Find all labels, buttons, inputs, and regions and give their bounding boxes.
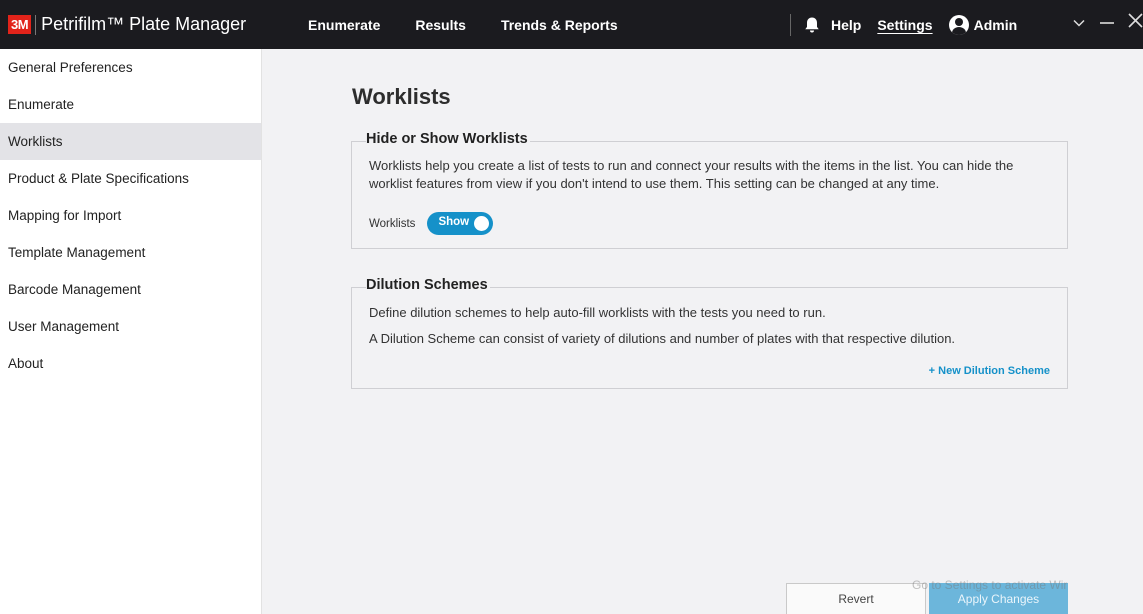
section-legend: Hide or Show Worklists <box>366 131 530 147</box>
app-title: Petrifilm™ Plate Manager <box>41 14 247 34</box>
brand-divider <box>35 14 37 35</box>
close-icon[interactable] <box>1128 12 1143 33</box>
sidebar-item-template-management[interactable]: Template Management <box>0 234 261 271</box>
toggle-state: Show <box>438 216 470 228</box>
nav-trends-reports[interactable]: Trends & Reports <box>501 17 618 33</box>
chevron-down-icon[interactable] <box>1073 13 1085 34</box>
dilution-description-1: Define dilution schemes to help auto-fil… <box>369 305 826 320</box>
sidebar-item-user-management[interactable]: User Management <box>0 308 261 345</box>
hide-show-worklists-section: Hide or Show Worklists Worklists help yo… <box>351 131 1068 249</box>
nav-enumerate[interactable]: Enumerate <box>308 17 380 33</box>
sidebar-item-enumerate[interactable]: Enumerate <box>0 86 261 123</box>
section-legend: Dilution Schemes <box>366 277 490 293</box>
section-description: Worklists help you create a list of test… <box>369 158 1014 191</box>
user-icon <box>948 14 969 35</box>
revert-button[interactable]: Revert <box>786 583 926 614</box>
settings-link[interactable]: Settings <box>877 17 932 33</box>
3m-logo: 3M <box>8 15 32 34</box>
sidebar-item-worklists[interactable]: Worklists <box>0 123 261 160</box>
sidebar-item-about[interactable]: About <box>0 345 261 382</box>
help-link[interactable]: Help <box>831 17 861 33</box>
dilution-description-2: A Dilution Scheme can consist of variety… <box>369 331 956 346</box>
toggle-label: Worklists <box>369 217 416 230</box>
new-dilution-scheme-link[interactable]: + New Dilution Scheme <box>929 365 1050 377</box>
user-name: Admin <box>973 16 1018 33</box>
sidebar-item-general-preferences[interactable]: General Preferences <box>0 49 261 86</box>
brand: 3M Petrifilm™ Plate Manager <box>0 0 262 49</box>
sidebar-item-product-plate-specifications[interactable]: Product & Plate Specifications <box>0 160 261 197</box>
toggle-knob <box>474 216 490 231</box>
top-right-controls: Help Settings Admin <box>790 0 1017 49</box>
bell-icon[interactable] <box>803 16 821 34</box>
sidebar-item-mapping-for-import[interactable]: Mapping for Import <box>0 197 261 234</box>
sidebar-item-barcode-management[interactable]: Barcode Management <box>0 271 261 308</box>
worklists-toggle-row: Worklists Show <box>369 212 494 235</box>
minimize-icon[interactable] <box>1099 13 1115 34</box>
nav-divider <box>790 13 791 36</box>
dilution-schemes-section: Dilution Schemes Define dilution schemes… <box>351 277 1068 389</box>
user-menu[interactable]: Admin <box>948 14 1018 35</box>
worklists-toggle[interactable]: Show <box>427 212 494 235</box>
top-bar: 3M Petrifilm™ Plate Manager Enumerate Re… <box>0 0 1143 49</box>
main-nav: Enumerate Results Trends & Reports <box>308 0 653 49</box>
settings-sidebar: General Preferences Enumerate Worklists … <box>0 49 262 614</box>
page-title: Worklists <box>352 84 451 109</box>
nav-results[interactable]: Results <box>415 17 466 33</box>
apply-changes-button[interactable]: Apply Changes <box>929 583 1068 614</box>
